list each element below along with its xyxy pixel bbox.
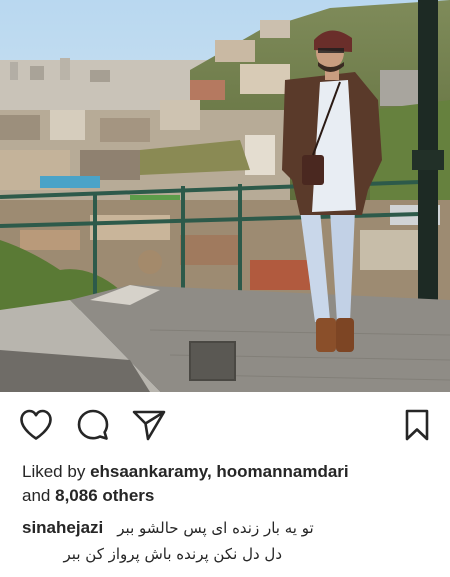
bookmark-outline-icon[interactable]	[398, 406, 436, 444]
action-bar	[0, 404, 450, 450]
likes-summary: Liked by ehsaankaramy, hoomannamdari and…	[22, 460, 442, 508]
post-photo[interactable]	[0, 0, 450, 392]
instagram-post: Liked by ehsaankaramy, hoomannamdari and…	[0, 0, 450, 577]
likes-others-count[interactable]: 8,086	[55, 486, 98, 505]
comment-bubble-icon[interactable]	[74, 406, 112, 444]
likes-others-label[interactable]: others	[102, 486, 154, 505]
caption-username[interactable]: sinahejazi	[22, 514, 103, 541]
likes-and-text: and	[22, 486, 51, 505]
heart-outline-icon[interactable]	[17, 406, 55, 444]
caption-text-line-2: دل دل نکن پرنده باش پرواز کن ببر	[63, 545, 282, 563]
liked-by-prefix: Liked by	[22, 462, 86, 481]
liker-user-2[interactable]: hoomannamdari	[216, 462, 348, 481]
caption-first-line: sinahejazi تو یه بار زنده ای پس حالشو بب…	[22, 514, 440, 541]
paper-plane-icon[interactable]	[130, 406, 168, 444]
caption-text-line-1: تو یه بار زنده ای پس حالشو ببر	[117, 519, 314, 537]
liker-user-1[interactable]: ehsaankaramy	[90, 462, 207, 481]
liker-separator: ,	[206, 462, 217, 481]
post-caption: sinahejazi تو یه بار زنده ای پس حالشو بب…	[22, 514, 440, 568]
post-photo-illustration	[0, 0, 450, 392]
